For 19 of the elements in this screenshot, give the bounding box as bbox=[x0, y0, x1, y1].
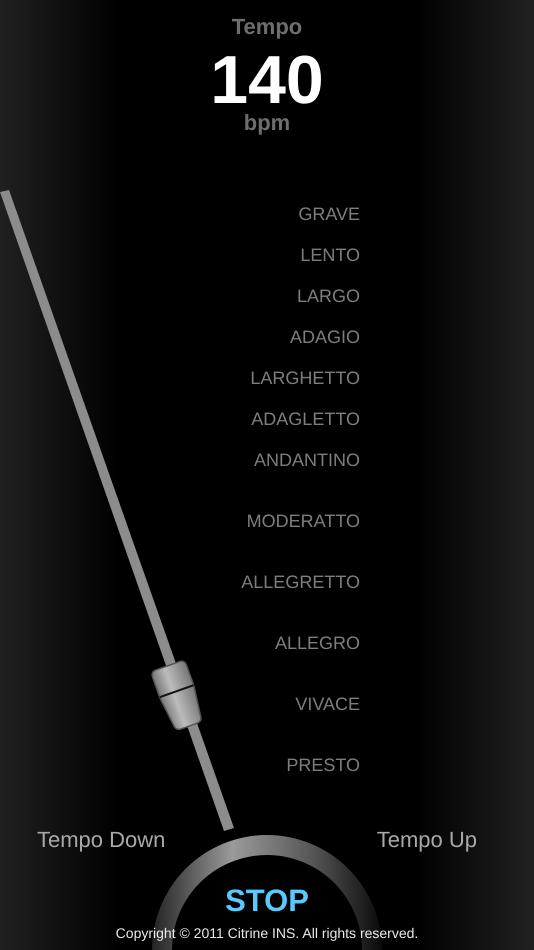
tempo-marking: ALLEGRO bbox=[274, 633, 360, 654]
tempo-marking: ADAGIO bbox=[290, 327, 360, 348]
tempo-marking: PRESTO bbox=[286, 755, 360, 776]
tempo-up-button[interactable]: Tempo Up bbox=[376, 827, 477, 853]
tempo-label: Tempo bbox=[232, 14, 302, 40]
tempo-down-button[interactable]: Tempo Down bbox=[37, 827, 166, 853]
tempo-marking: MODERATTO bbox=[246, 511, 360, 532]
tempo-unit: bpm bbox=[244, 110, 290, 136]
tempo-marking: ANDANTINO bbox=[254, 450, 360, 471]
copyright-text: Copyright © 2011 Citrine INS. All rights reserved. bbox=[116, 924, 418, 942]
tempo-marking: LARGO bbox=[296, 286, 360, 307]
tempo-marking: GRAVE bbox=[298, 204, 360, 225]
tempo-marking: ADAGLETTO bbox=[251, 409, 360, 430]
tempo-marking: LENTO bbox=[300, 245, 360, 266]
tempo-marking: VIVACE bbox=[295, 694, 360, 715]
tempo-marking: ALLEGRETTO bbox=[241, 572, 360, 593]
tempo-value: 140 bbox=[210, 48, 324, 112]
tempo-marking: LARGHETTO bbox=[250, 368, 360, 389]
stop-button[interactable]: STOP bbox=[225, 883, 309, 919]
